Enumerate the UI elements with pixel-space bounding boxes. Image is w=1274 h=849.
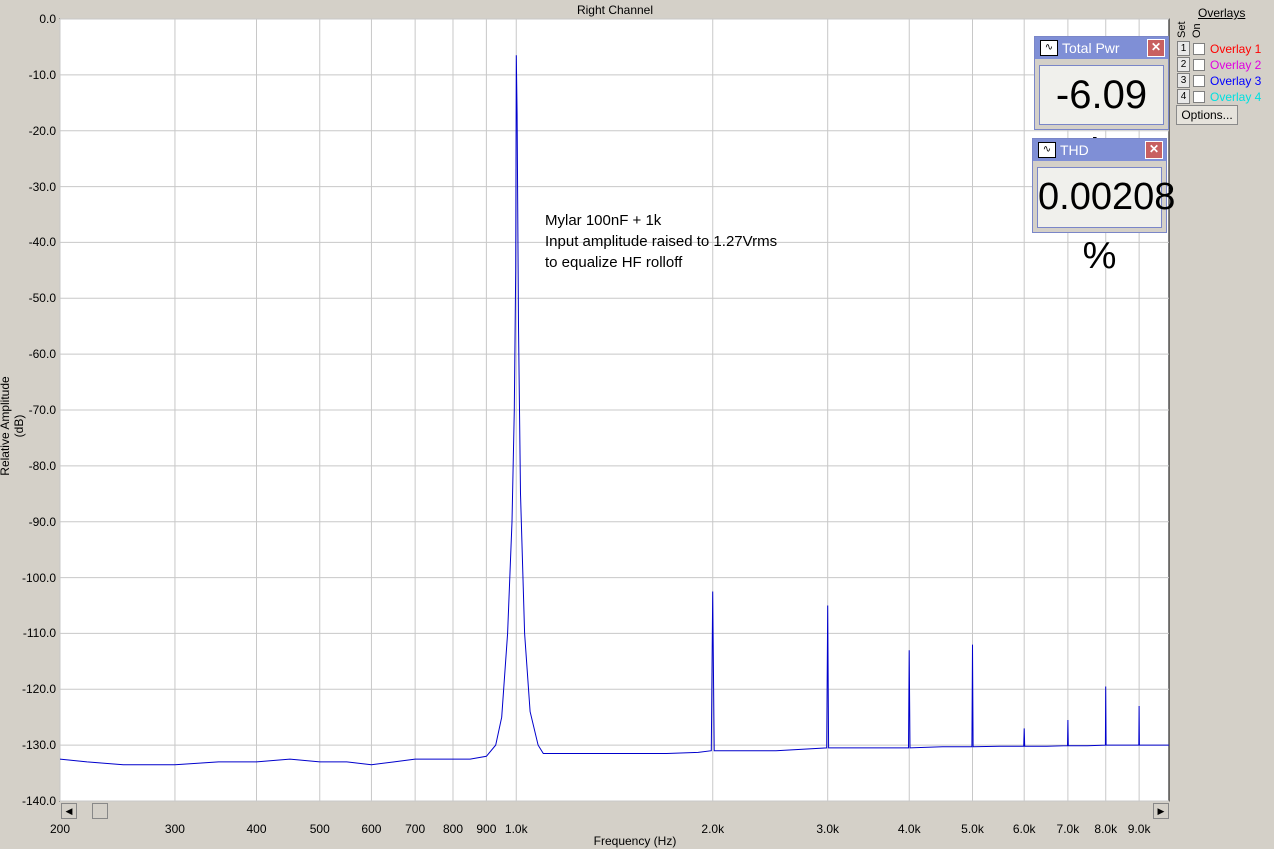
close-icon[interactable]: ✕: [1147, 39, 1165, 57]
y-tick-label: -50.0: [28, 291, 56, 306]
overlays-header: Overlays: [1198, 6, 1246, 20]
chart-title: Right Channel: [576, 3, 654, 17]
scroll-left-button[interactable]: ◀: [61, 803, 77, 819]
waveform-icon: ∿: [1040, 40, 1058, 56]
x-tick-label: 1.0k: [504, 822, 528, 836]
y-tick-label: -60.0: [28, 347, 56, 362]
annotation: Mylar 100nF + 1k Input amplitude raised …: [545, 210, 777, 273]
x-tick-label: 9.0k: [1127, 822, 1151, 836]
x-tick-label: 6.0k: [1012, 822, 1036, 836]
overlay-set-button[interactable]: 3: [1177, 73, 1190, 88]
overlay-label: Overlay 3: [1210, 73, 1262, 88]
options-button[interactable]: Options...: [1176, 105, 1238, 125]
meter-titlebar[interactable]: ∿ THD ✕: [1033, 139, 1166, 161]
meter-title: THD: [1060, 142, 1089, 158]
y-tick-label: -100.0: [21, 570, 56, 585]
overlay-label: Overlay 4: [1210, 89, 1262, 104]
y-tick-label: -30.0: [28, 179, 56, 194]
meter-readout: 0.00208 %: [1037, 167, 1175, 277]
close-icon[interactable]: ✕: [1145, 141, 1163, 159]
overlay-checkbox[interactable]: [1193, 74, 1205, 87]
y-tick-label: 0.0: [39, 12, 56, 26]
y-tick-label: -80.0: [28, 458, 56, 473]
y-tick-label: -130.0: [21, 738, 56, 753]
x-tick-label: 400: [246, 822, 267, 836]
scroll-thumb[interactable]: [92, 803, 108, 819]
y-tick-label: -140.0: [21, 794, 56, 808]
x-tick-label: 3.0k: [816, 822, 840, 836]
overlays-on-label: On: [1191, 23, 1203, 38]
x-tick-label: 5.0k: [961, 822, 984, 836]
waveform-icon: ∿: [1038, 142, 1056, 158]
total-power-meter[interactable]: ∿ Total Pwr ✕ -6.09 dB: [1034, 36, 1169, 175]
overlay-set-button[interactable]: 1: [1177, 41, 1190, 56]
y-tick-label: -20.0: [28, 123, 56, 138]
overlay-set-button[interactable]: 2: [1177, 57, 1190, 72]
x-axis-label: Frequency (Hz): [593, 834, 677, 848]
x-tick-label: 300: [164, 822, 185, 836]
annotation-line: to equalize HF rolloff: [545, 254, 683, 271]
x-tick-label: 2.0k: [701, 822, 725, 836]
overlay-checkbox[interactable]: [1193, 58, 1205, 71]
y-tick-label: -70.0: [28, 403, 56, 417]
meter-title: Total Pwr: [1062, 40, 1120, 56]
y-tick-label: -110.0: [22, 626, 56, 641]
meter-titlebar[interactable]: ∿ Total Pwr ✕: [1035, 37, 1168, 59]
overlay-checkbox[interactable]: [1193, 90, 1205, 103]
overlay-label: Overlay 2: [1210, 57, 1262, 72]
overlay-label: Overlay 1: [1210, 41, 1262, 56]
overlay-row: 4 Overlay 4: [1177, 89, 1261, 104]
meter-readout: -6.09 dB: [1039, 65, 1164, 175]
overlay-row: 1 Overlay 1: [1177, 41, 1261, 56]
x-tick-label: 500: [309, 822, 330, 836]
overlay-row: 3 Overlay 3: [1177, 73, 1261, 88]
x-tick-label: 200: [49, 822, 71, 836]
annotation-line: Input amplitude raised to 1.27Vrms: [545, 233, 778, 250]
overlay-row: 2 Overlay 2: [1177, 57, 1261, 72]
overlay-checkbox[interactable]: [1193, 42, 1205, 55]
y-tick-label: -10.0: [28, 67, 56, 82]
scroll-right-button[interactable]: ▶: [1153, 803, 1169, 819]
x-tick-label: 600: [361, 822, 382, 836]
y-tick-label: -40.0: [28, 235, 56, 250]
x-tick-label: 4.0k: [897, 822, 921, 836]
y-tick-label: -120.0: [21, 682, 56, 697]
overlays-set-label: Set: [1176, 21, 1188, 38]
thd-meter[interactable]: ∿ THD ✕ 0.00208 %: [1032, 138, 1175, 277]
y-tick-label: -90.0: [28, 514, 56, 529]
annotation-line: Mylar 100nF + 1k: [545, 212, 662, 229]
overlay-set-button[interactable]: 4: [1177, 89, 1190, 104]
